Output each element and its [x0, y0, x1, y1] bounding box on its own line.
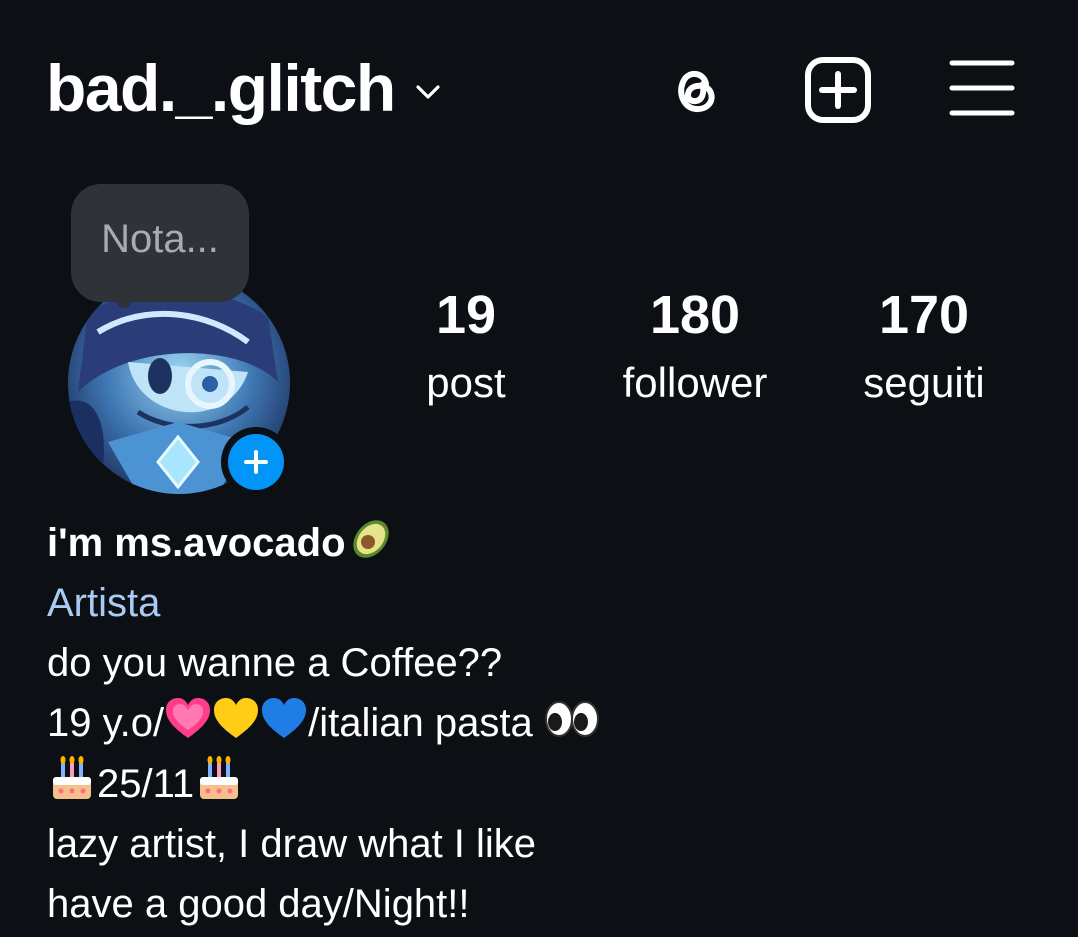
chevron-down-icon	[416, 85, 440, 99]
bio-birthday: 25/11	[97, 762, 195, 806]
note-bubble-tail	[117, 294, 131, 308]
bio-age: 19 y.o/	[47, 701, 165, 745]
account-switcher[interactable]: bad._.glitch	[46, 50, 443, 126]
stat-value: 180	[649, 285, 741, 345]
note-bubble[interactable]: Nota...	[71, 184, 249, 302]
create-post-button[interactable]	[804, 56, 872, 124]
bio-line-1: do you wanne a Coffee??	[47, 641, 503, 685]
menu-button[interactable]	[948, 56, 1016, 124]
stat-value: 170	[878, 285, 970, 345]
avocado-icon	[352, 520, 389, 558]
eyes-icon	[544, 701, 599, 737]
profile-username: bad._.glitch	[46, 51, 396, 125]
plus-icon	[244, 450, 268, 474]
birthday-cake-icon	[53, 756, 91, 799]
bio-line-3: 25/11	[47, 753, 1047, 814]
stat-value: 19	[435, 285, 497, 345]
threads-button[interactable]	[660, 56, 728, 124]
bio-display-name-line: i'm ms.avocado	[47, 512, 1047, 573]
birthday-cake-icon	[200, 756, 239, 799]
profile-header: bad._.glitch	[0, 0, 1078, 170]
threads-icon	[678, 71, 715, 113]
bio-category: Artista	[47, 581, 161, 625]
yellow-heart-icon	[214, 698, 259, 738]
bio-line-4: lazy artist, I draw what I like	[47, 822, 537, 866]
profile-bio: i'm ms.avocado Artista do you wanne a Co…	[47, 512, 1047, 934]
blue-heart-icon	[262, 698, 307, 738]
stat-label: follower	[622, 359, 768, 406]
stat-followers[interactable]: 180 follower	[585, 282, 805, 411]
stat-following[interactable]: 170 seguiti	[814, 282, 1034, 411]
bio-line-2: 19 y.o/ /italian pasta	[47, 693, 1047, 753]
bio-interest: /italian pasta	[308, 701, 544, 745]
create-post-icon	[805, 57, 871, 123]
note-placeholder: Nota...	[101, 216, 219, 261]
menu-icon	[949, 60, 1015, 116]
pink-heart-icon	[166, 698, 211, 738]
add-story-badge	[228, 434, 284, 490]
bio-line-5: have a good day/Night!!	[47, 882, 470, 926]
stat-posts[interactable]: 19 post	[356, 282, 576, 411]
stat-label: post	[426, 359, 506, 406]
stat-label: seguiti	[863, 359, 985, 406]
add-story-button[interactable]	[221, 427, 291, 497]
bio-display-name: i'm ms.avocado	[47, 521, 346, 565]
